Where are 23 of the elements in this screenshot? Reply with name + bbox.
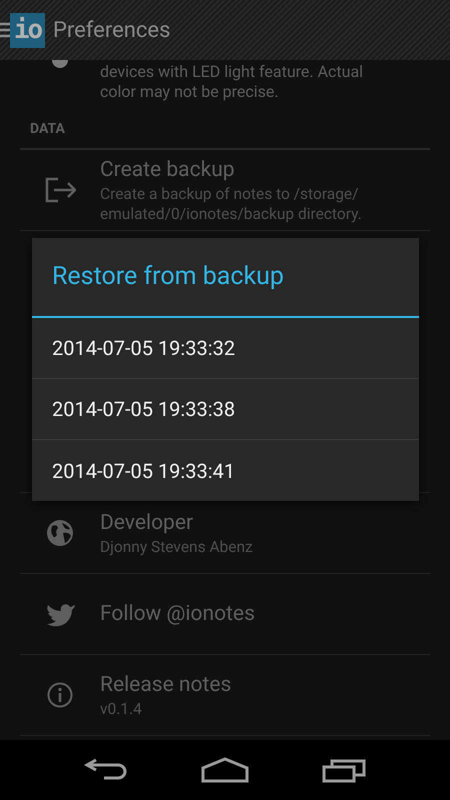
preference-row[interactable]: Create backup Create a backup of notes to /storage/ emulated/0/ionotes/backup directory. bbox=[20, 150, 430, 231]
preference-summary: devices with LED light feature. Actual color may not be precise. bbox=[100, 62, 364, 103]
back-icon[interactable] bbox=[84, 758, 128, 782]
preference-title: Release notes bbox=[100, 672, 232, 699]
home-icon[interactable] bbox=[200, 757, 249, 783]
screen-title: Preferences bbox=[53, 16, 170, 44]
section-header: DATA bbox=[30, 120, 65, 139]
preference-summary: Djonny Stevens Abenz bbox=[100, 537, 253, 557]
preference-title: Developer bbox=[100, 510, 194, 537]
preference-row[interactable]: Follow @ionotes bbox=[20, 574, 430, 655]
drawer-icon[interactable] bbox=[0, 22, 10, 38]
app-logo[interactable]: io bbox=[10, 12, 45, 48]
preference-title: Create backup bbox=[100, 157, 236, 184]
backup-list-item[interactable]: 2014-07-05 19:33:32 bbox=[32, 318, 419, 379]
recent-apps-icon[interactable] bbox=[322, 757, 366, 783]
backup-list-item[interactable]: 2014-07-05 19:33:38 bbox=[32, 379, 419, 440]
globe-icon bbox=[44, 519, 76, 547]
preference-summary: Create a backup of notes to /storage/ emulated/0/ionotes/backup directory. bbox=[100, 184, 363, 224]
preference-title: Follow @ionotes bbox=[100, 601, 255, 628]
dialog-title: Restore from backup bbox=[32, 238, 419, 318]
export-icon bbox=[44, 176, 76, 204]
preference-summary: v0.1.4 bbox=[100, 699, 143, 719]
preference-row[interactable]: Release notes v0.1.4 bbox=[20, 655, 430, 736]
